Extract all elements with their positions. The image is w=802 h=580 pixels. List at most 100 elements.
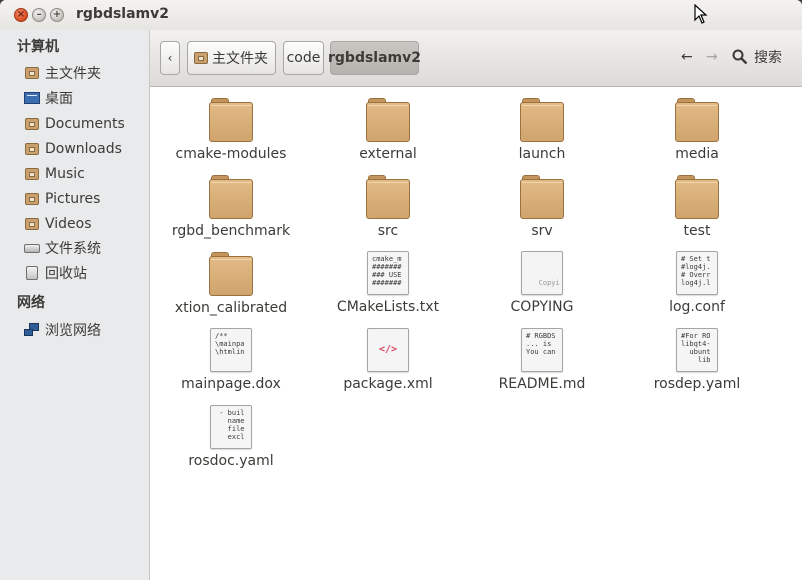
mouse-pointer-icon [694,4,708,24]
file-item-package-xml[interactable]: </> package.xml [313,328,463,392]
text-file-icon: - buil name file excl [210,405,252,449]
title-bar: × – + rgbdslamv2 [0,0,802,30]
text-file-icon: # Set t #log4j. # Overr log4j.l [676,251,718,295]
file-name: srv [531,223,553,239]
sidebar-item-videos[interactable]: Videos [24,213,148,235]
file-name: CMakeLists.txt [336,299,440,315]
videos-folder-icon [24,216,40,232]
file-item-external[interactable]: external [313,98,463,162]
file-item-srv[interactable]: srv [467,175,617,239]
file-name: test [683,223,711,239]
xml-file-icon: </> [367,328,409,372]
file-item-readme[interactable]: # RGBDS ... is You can README.md [467,328,617,392]
search-button[interactable]: 搜索 [732,47,782,67]
search-icon [732,49,748,65]
sidebar-item-filesystem[interactable]: 文件系统 [24,237,148,259]
breadcrumb-scroll-left-button[interactable]: ‹ [160,41,180,75]
xml-code-icon: </> [378,344,398,355]
sidebar-item-pictures[interactable]: Pictures [24,188,148,210]
folder-icon [366,98,410,142]
file-preview: # RGBDS ... is You can [526,332,556,356]
sidebar-item-label: Videos [45,216,92,232]
breadcrumb-label: code [286,50,321,66]
file-item-launch[interactable]: launch [467,98,617,162]
close-icon: × [16,9,26,20]
file-name: xtion_calibrated [174,300,288,316]
file-preview: cmake_m ####### ### USE ####### [372,255,402,287]
file-item-xtion-calibrated[interactable]: xtion_calibrated [156,252,306,316]
file-preview: - buil name file excl [219,409,245,441]
file-name: README.md [498,376,586,392]
sidebar-item-trash[interactable]: 回收站 [24,262,148,284]
breadcrumb-rgbdslamv2[interactable]: rgbdslamv2 [328,41,422,75]
home-folder-icon [24,65,40,81]
breadcrumb-label: 主文件夹 [212,51,268,67]
folder-icon [675,98,719,142]
sidebar-item-downloads[interactable]: Downloads [24,138,148,160]
sidebar-item-label: Pictures [45,191,101,207]
sidebar-heading-computer: 计算机 [17,39,59,55]
file-preview: #For RO libqt4- ubunt lib [681,332,711,364]
breadcrumb-code[interactable]: code [283,41,324,75]
file-item-src[interactable]: src [313,175,463,239]
minimize-window-button[interactable]: – [32,8,46,22]
file-item-cmake-modules[interactable]: cmake-modules [156,98,306,162]
sidebar-item-desktop[interactable]: 桌面 [24,87,148,109]
music-folder-icon [24,166,40,182]
documents-folder-icon [24,116,40,132]
sidebar-item-documents[interactable]: Documents [24,113,148,135]
maximize-window-button[interactable]: + [50,8,64,22]
file-name: src [377,223,399,239]
file-item-rosdoc-yaml[interactable]: - buil name file excl rosdoc.yaml [156,405,306,469]
sidebar-heading-network: 网络 [17,295,45,311]
text-file-icon: #For RO libqt4- ubunt lib [676,328,718,372]
file-item-cmakelists[interactable]: cmake_m ####### ### USE ####### CMakeLis… [313,251,463,315]
file-preview: Copyi [538,279,560,287]
sidebar-item-label: 回收站 [45,266,87,282]
pictures-folder-icon [24,191,40,207]
file-item-rgbd-benchmark[interactable]: rgbd_benchmark [156,175,306,239]
file-item-copying[interactable]: Copyi COPYING [467,251,617,315]
file-item-media[interactable]: media [622,98,772,162]
folder-icon [209,175,253,219]
file-item-test[interactable]: test [622,175,772,239]
back-arrow-icon[interactable]: ← [681,49,693,65]
file-name: COPYING [510,299,574,315]
file-item-mainpage-dox[interactable]: /** \mainpa \htmlin mainpage.dox [156,328,306,392]
file-manager-window: × – + rgbdslamv2 计算机 主文件夹 桌面 Documents D… [0,0,802,580]
text-file-icon: /** \mainpa \htmlin [210,328,252,372]
file-item-log-conf[interactable]: # Set t #log4j. # Overr log4j.l log.conf [622,251,772,315]
minimize-icon: – [36,9,42,20]
file-name: rgbd_benchmark [171,223,291,239]
file-name: cmake-modules [175,146,287,162]
text-file-icon: cmake_m ####### ### USE ####### [367,251,409,295]
close-window-button[interactable]: × [14,8,28,22]
file-name: log.conf [669,299,725,315]
folder-icon [209,252,253,296]
folder-icon [366,175,410,219]
filesystem-icon [24,240,40,256]
sidebar-item-label: 主文件夹 [45,66,101,82]
forward-arrow-icon[interactable]: → [706,49,718,65]
file-name: rosdep.yaml [653,376,741,392]
sidebar-item-music[interactable]: Music [24,163,148,185]
file-preview: # Set t #log4j. # Overr log4j.l [681,255,711,287]
chevron-left-icon: ‹ [167,51,173,65]
breadcrumb-home[interactable]: 主文件夹 [187,41,276,75]
sidebar-item-label: Music [45,166,85,182]
file-name: mainpage.dox [181,376,281,392]
folder-icon [520,175,564,219]
sidebar-item-label: 桌面 [45,91,73,107]
sidebar-item-browse-network[interactable]: 浏览网络 [24,319,148,341]
breadcrumb-label: rgbdslamv2 [328,50,422,66]
sidebar-item-home[interactable]: 主文件夹 [24,62,148,84]
downloads-folder-icon [24,141,40,157]
file-name: external [359,146,417,162]
file-name: launch [518,146,566,162]
sidebar: 计算机 主文件夹 桌面 Documents Downloads Music Pi… [0,30,150,580]
sidebar-item-label: 文件系统 [45,241,101,257]
file-name: media [675,146,719,162]
file-name: package.xml [343,376,433,392]
network-icon [24,322,40,338]
file-item-rosdep-yaml[interactable]: #For RO libqt4- ubunt lib rosdep.yaml [622,328,772,392]
